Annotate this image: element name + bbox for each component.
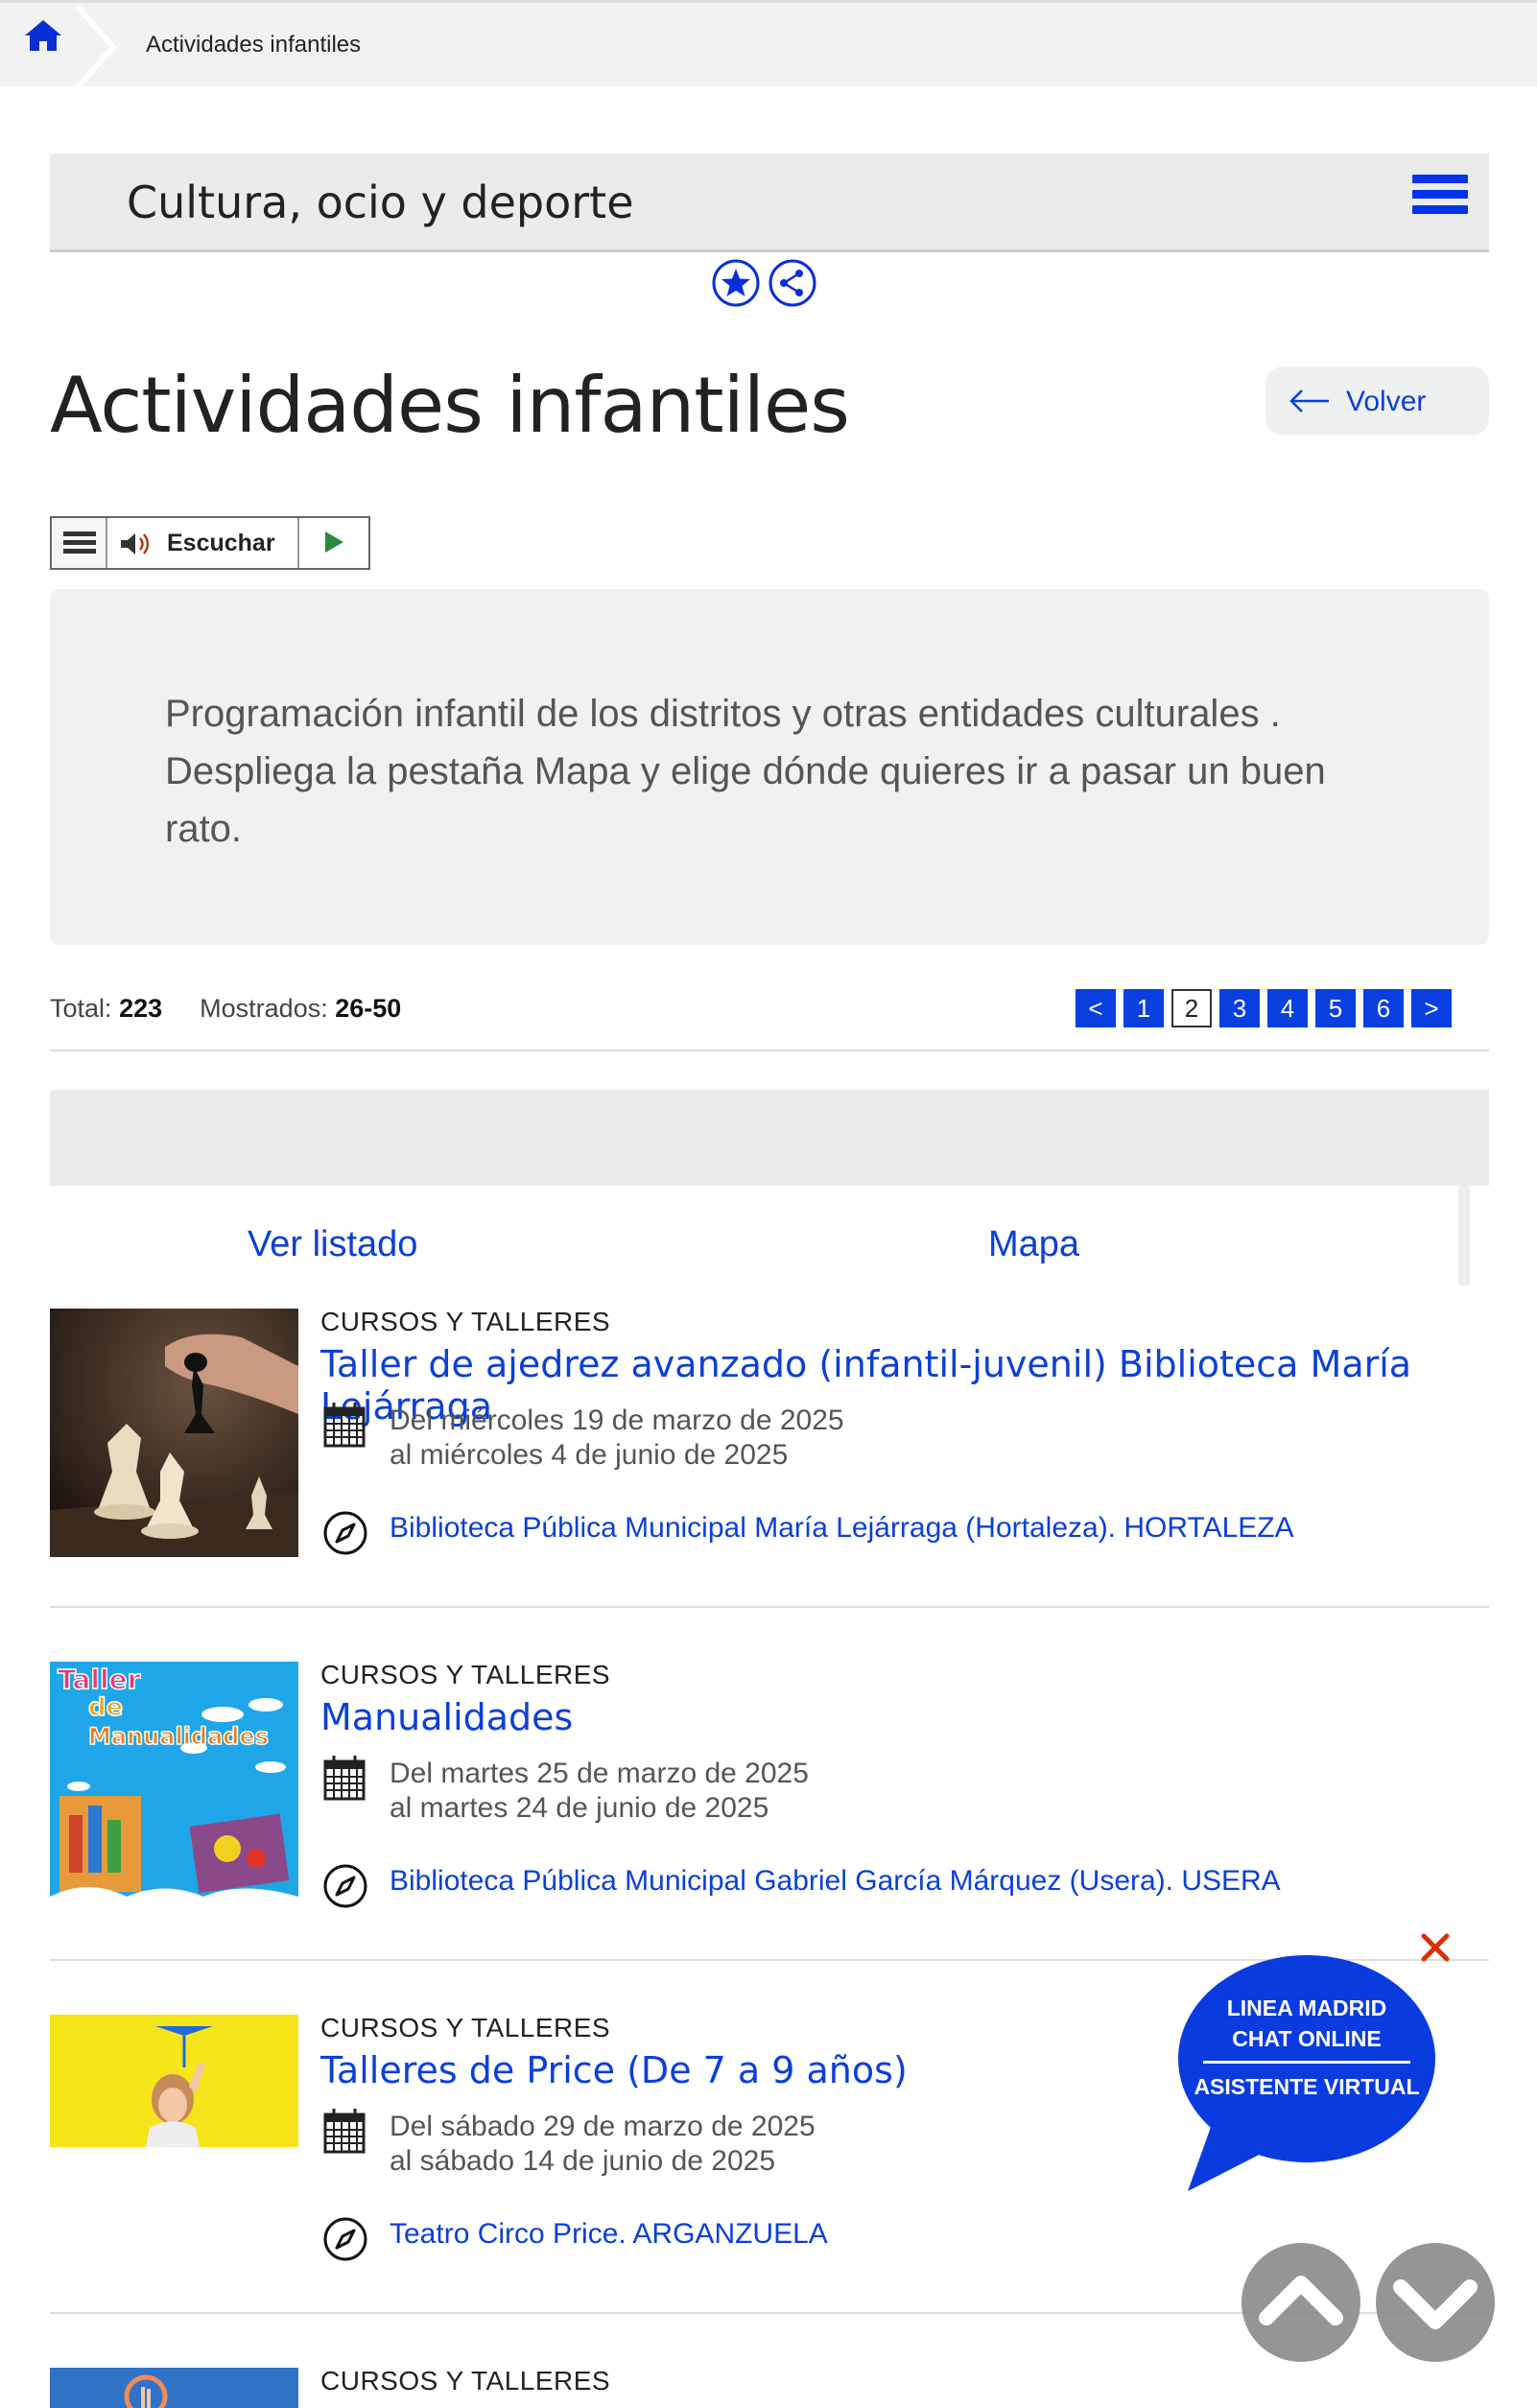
page-title: Actividades infantiles bbox=[50, 361, 850, 450]
pager-page[interactable]: 1 bbox=[1123, 989, 1164, 1027]
arrow-left-icon bbox=[1289, 390, 1329, 413]
pager-prev[interactable]: < bbox=[1076, 989, 1116, 1027]
divider bbox=[50, 1606, 1489, 1608]
pagination: < 1 2 3 4 5 6 > bbox=[1076, 989, 1452, 1027]
readspeaker-menu-button[interactable] bbox=[52, 518, 107, 568]
menu-icon[interactable] bbox=[1412, 175, 1468, 228]
item-image-price[interactable] bbox=[50, 2015, 298, 2147]
item-date-from: Del martes 25 de marzo de 2025 bbox=[390, 1758, 809, 1789]
chevron-down-icon[interactable] bbox=[1374, 2241, 1497, 2364]
item-image-crafts[interactable]: Taller de Manualidades bbox=[50, 1662, 298, 1910]
intro-text: Programación infantil de los distritos y… bbox=[165, 693, 1326, 850]
item-date-to: al miércoles 4 de junio de 2025 bbox=[390, 1439, 789, 1471]
breadcrumb-current[interactable]: Actividades infantiles bbox=[146, 32, 361, 59]
intro-box: Programación infantil de los distritos y… bbox=[50, 589, 1489, 945]
tabs-header-band bbox=[50, 1090, 1489, 1186]
back-label: Volver bbox=[1346, 386, 1427, 417]
view-tabs: Ver listado Mapa bbox=[50, 1186, 1470, 1286]
home-icon[interactable] bbox=[21, 16, 65, 55]
compass-icon bbox=[323, 1864, 367, 1908]
list-item: CURSOS Y TALLERES bbox=[50, 2368, 1489, 2408]
chevron-up-icon[interactable] bbox=[1240, 2241, 1362, 2364]
thumb-text-line1: Taller bbox=[58, 1664, 141, 1695]
pager-page-current[interactable]: 2 bbox=[1171, 989, 1212, 1027]
section-title[interactable]: Cultura, ocio y deporte bbox=[127, 177, 634, 228]
calendar-icon bbox=[323, 2109, 366, 2154]
readspeaker-listen-label[interactable]: Escuchar bbox=[167, 530, 275, 557]
section-header: Cultura, ocio y deporte bbox=[50, 153, 1489, 252]
item-title-link[interactable]: Talleres de Price (De 7 a 9 años) bbox=[320, 2049, 908, 2091]
pager-page[interactable]: 3 bbox=[1219, 989, 1260, 1027]
chat-bubble[interactable] bbox=[1176, 1953, 1437, 2193]
item-date-from: Del sábado 29 de marzo de 2025 bbox=[390, 2111, 816, 2142]
calendar-icon bbox=[323, 1756, 366, 1801]
divider bbox=[50, 1050, 1489, 1051]
chat-label-line3[interactable]: ASISTENTE VIRTUAL bbox=[1176, 2074, 1437, 2100]
speaker-icon bbox=[121, 533, 150, 555]
item-category: CURSOS Y TALLERES bbox=[320, 2013, 611, 2042]
item-location-link[interactable]: Biblioteca Pública Municipal María Lejár… bbox=[390, 1512, 1294, 1545]
share-icon[interactable] bbox=[767, 257, 818, 309]
pager-next[interactable]: > bbox=[1411, 989, 1452, 1027]
total-label: Total: bbox=[50, 994, 112, 1023]
thumb-text-line3: Manualidades bbox=[88, 1723, 269, 1750]
item-location-link[interactable]: Teatro Circo Price. ARGANZUELA bbox=[390, 2218, 828, 2251]
item-date-to: al martes 24 de junio de 2025 bbox=[390, 1792, 769, 1824]
pager-page[interactable]: 4 bbox=[1267, 989, 1308, 1027]
chat-label-line2[interactable]: CHAT ONLINE bbox=[1176, 2026, 1437, 2052]
results-summary: Total: 223 Mostrados: 26-50 bbox=[50, 994, 401, 1024]
list-item: CURSOS Y TALLERES Taller de ajedrez avan… bbox=[50, 1307, 1489, 1608]
chat-divider bbox=[1203, 2061, 1410, 2064]
back-button[interactable]: Volver bbox=[1265, 366, 1489, 436]
shown-label: Mostrados: bbox=[200, 994, 328, 1023]
item-date-from: Del miércoles 19 de marzo de 2025 bbox=[390, 1405, 844, 1436]
pager-page[interactable]: 6 bbox=[1363, 989, 1404, 1027]
calendar-icon bbox=[323, 1403, 366, 1448]
shown-range: 26-50 bbox=[335, 994, 402, 1023]
item-category: CURSOS Y TALLERES bbox=[320, 2368, 611, 2396]
item-category: CURSOS Y TALLERES bbox=[320, 1307, 611, 1336]
compass-icon bbox=[323, 2217, 367, 2261]
item-title-link[interactable]: Manualidades bbox=[320, 1696, 573, 1738]
pager-page[interactable]: 5 bbox=[1315, 989, 1356, 1027]
chat-label-line1[interactable]: LINEA MADRID bbox=[1176, 1995, 1437, 2021]
thumb-text-line2: de bbox=[88, 1693, 123, 1722]
readspeaker-play-button[interactable] bbox=[297, 518, 368, 568]
breadcrumb-separator bbox=[75, 6, 118, 88]
tab-map-view[interactable]: Mapa bbox=[988, 1224, 1079, 1265]
readspeaker-widget: Escuchar bbox=[50, 516, 370, 570]
item-image-chess[interactable] bbox=[50, 1309, 298, 1557]
item-category: CURSOS Y TALLERES bbox=[320, 1660, 611, 1689]
breadcrumb: Actividades infantiles bbox=[0, 0, 1537, 88]
tab-list-view[interactable]: Ver listado bbox=[248, 1224, 417, 1265]
compass-icon bbox=[323, 1511, 367, 1555]
total-count: 223 bbox=[119, 994, 163, 1023]
play-icon bbox=[325, 531, 343, 553]
item-date-to: al sábado 14 de junio de 2025 bbox=[390, 2145, 776, 2177]
list-item: Taller de Manualidades CURSOS Y TALLERES… bbox=[50, 1660, 1489, 1961]
item-image-partial[interactable] bbox=[50, 2368, 298, 2408]
item-location-link[interactable]: Biblioteca Pública Municipal Gabriel Gar… bbox=[390, 1865, 1281, 1898]
star-icon[interactable] bbox=[710, 257, 762, 309]
